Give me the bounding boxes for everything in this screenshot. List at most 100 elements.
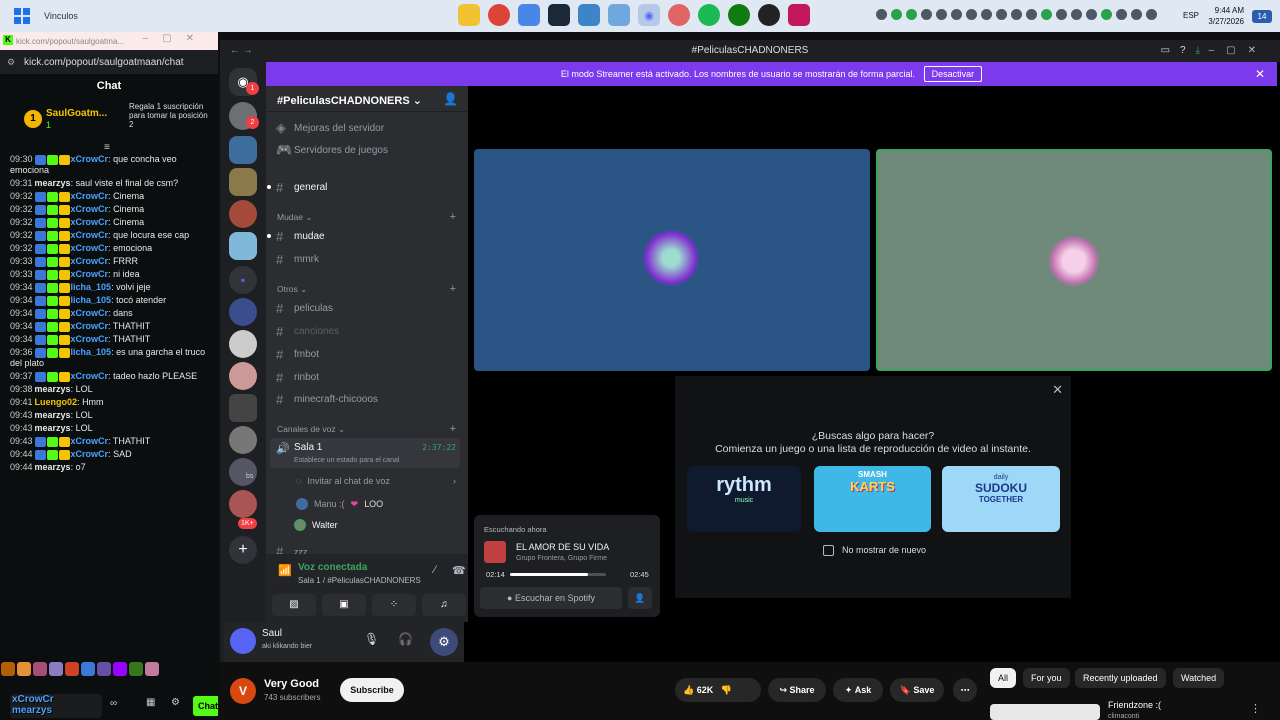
tray-icon[interactable] <box>1026 9 1037 20</box>
channel-rinbot[interactable]: # rinbot <box>276 370 319 385</box>
voice-channel-name[interactable]: Sala 1 / #PeliculasCHADNONERS <box>298 576 421 585</box>
more-options-icon[interactable]: ⋮ <box>1250 702 1261 715</box>
server-icon[interactable] <box>229 136 257 164</box>
screen-share-button[interactable]: ▣ <box>322 594 366 616</box>
server-icon[interactable] <box>229 200 257 228</box>
video-thumbnail[interactable] <box>990 704 1100 720</box>
video-tile-2[interactable] <box>876 149 1272 371</box>
set-status-text[interactable]: Establece un estado para el canal <box>294 457 399 464</box>
add-channel-icon[interactable]: + <box>450 283 456 295</box>
folder-icon[interactable]: ▪ <box>229 266 257 294</box>
emote-icon[interactable] <box>145 662 159 676</box>
message-username[interactable]: xCrowCr <box>71 321 109 331</box>
message-username[interactable]: mearzys <box>35 462 71 472</box>
download-icon[interactable]: ⤓ <box>1196 40 1200 62</box>
emote-icon[interactable] <box>81 662 95 676</box>
chip-watched[interactable]: Watched <box>1173 668 1225 688</box>
disconnect-icon[interactable]: ☎ <box>452 564 466 577</box>
window-controls[interactable]: –▢✕ <box>1209 40 1268 62</box>
wifi-icon[interactable] <box>1071 9 1082 20</box>
activity-smash-karts[interactable]: SMASH KARTS <box>814 466 931 532</box>
message-username[interactable]: mearzys <box>35 410 71 420</box>
emote-icon[interactable] <box>33 662 47 676</box>
windows-start-icon[interactable] <box>14 8 30 24</box>
invite-to-voice[interactable]: ◌ Invitar al chat de voz <box>296 476 390 486</box>
language-indicator[interactable]: ESP <box>1183 11 1199 20</box>
channel-avatar[interactable]: V <box>230 678 256 704</box>
message-username[interactable]: xCrowCr <box>71 256 109 266</box>
file-explorer-icon[interactable] <box>458 4 480 26</box>
like-button[interactable]: 👍 62K 👎 <box>675 678 761 702</box>
message-username[interactable]: xCrowCr <box>71 217 109 227</box>
more-options-icon[interactable]: ⋯ <box>953 678 977 702</box>
close-icon[interactable]: ✕ <box>1255 62 1265 86</box>
user-avatar[interactable] <box>230 628 256 654</box>
add-channel-icon[interactable]: + <box>450 423 456 435</box>
message-username[interactable]: licha_105 <box>71 282 112 292</box>
tray-icon[interactable] <box>1131 9 1142 20</box>
message-username[interactable]: xCrowCr <box>71 269 109 279</box>
recommended-title[interactable]: Friendzone :( <box>1108 700 1161 710</box>
message-username[interactable]: xCrowCr <box>71 308 109 318</box>
message-username[interactable]: xCrowCr <box>71 334 109 344</box>
channel-fmbot[interactable]: # fmbot <box>276 347 319 362</box>
invite-people-icon[interactable]: 👤 <box>443 92 458 106</box>
discord-taskbar-icon[interactable]: ◉ <box>638 4 660 26</box>
tray-icon[interactable] <box>876 9 887 20</box>
category-otros[interactable]: Otros ⌄ <box>277 284 307 295</box>
message-username[interactable]: mearzys <box>35 384 71 394</box>
emote-icon[interactable] <box>17 662 31 676</box>
obs-icon[interactable] <box>758 4 780 26</box>
message-username[interactable]: xCrowCr <box>71 230 109 240</box>
help-icon[interactable]: ? <box>1180 40 1186 62</box>
tray-icon[interactable] <box>981 9 992 20</box>
pinned-gifter[interactable]: 1 SaulGoatm... 1 Regala 1 suscripción pa… <box>0 98 218 146</box>
add-server-icon[interactable]: + <box>229 536 257 564</box>
ask-button[interactable]: ✦ Ask <box>833 678 883 702</box>
spotify-icon[interactable] <box>698 4 720 26</box>
server-icon[interactable] <box>229 426 257 454</box>
nav-arrows[interactable]: ← → <box>230 40 253 62</box>
tray-icon[interactable] <box>996 9 1007 20</box>
gift-icon[interactable]: ▦ <box>146 697 155 708</box>
voice-member-manu[interactable]: Manu :(❤ ᒪOO <box>296 498 383 510</box>
noise-suppression-icon[interactable]: ⁄ <box>434 564 436 576</box>
menu-server-boost[interactable]: ◈ Mejoras del servidor <box>276 120 384 136</box>
tray-icon[interactable] <box>951 9 962 20</box>
chip-recently-uploaded[interactable]: Recently uploaded <box>1075 668 1166 688</box>
emote-icon[interactable] <box>113 662 127 676</box>
dont-show-checkbox[interactable] <box>823 545 834 556</box>
kick-url-bar[interactable]: kick.com/popout/saulgoatmaan/chat <box>0 50 218 74</box>
message-username[interactable]: xCrowCr <box>71 449 109 459</box>
voice-channel-sala1[interactable]: 🔊 Sala 1 2:37:22 Establece un estado par… <box>270 438 460 468</box>
dislike-icon[interactable]: 👎 <box>721 685 732 696</box>
message-username[interactable]: xCrowCr <box>71 191 109 201</box>
settings-icon[interactable]: ⚙ <box>171 697 180 708</box>
server-icon[interactable] <box>229 458 257 486</box>
server-icon[interactable] <box>229 394 257 422</box>
category-voice[interactable]: Canales de voz ⌄ <box>277 424 345 435</box>
channel-name[interactable]: Very Good <box>264 678 319 690</box>
tray-icon[interactable] <box>1056 9 1067 20</box>
user-settings-icon[interactable]: ⚙ <box>430 628 458 656</box>
chat-send-button[interactable]: Chat <box>193 696 218 716</box>
channel-peliculas[interactable]: # peliculas <box>276 301 333 316</box>
xbox-icon[interactable] <box>728 4 750 26</box>
microphone-icon[interactable]: 🎙 <box>364 632 379 646</box>
headphones-icon[interactable]: 🎧 <box>398 632 413 646</box>
activities-button[interactable]: ⁘ <box>372 594 416 616</box>
tray-icon[interactable] <box>906 9 917 20</box>
channel-canciones[interactable]: # canciones <box>276 324 339 339</box>
infinity-icon[interactable]: ∞ <box>110 698 117 709</box>
server-icon[interactable] <box>229 232 257 260</box>
tray-icon[interactable] <box>1101 9 1112 20</box>
share-button[interactable]: ↪ Share <box>768 678 826 702</box>
server-icon[interactable] <box>229 490 257 518</box>
activity-sudoku[interactable]: daily SUDOKU TOGETHER <box>942 466 1060 532</box>
channel-mmrk[interactable]: # mmrk <box>276 252 319 267</box>
message-username[interactable]: xCrowCr <box>71 154 109 164</box>
message-username[interactable]: xCrowCr <box>71 371 109 381</box>
emote-icon[interactable] <box>97 662 111 676</box>
message-username[interactable]: xCrowCr <box>71 204 109 214</box>
inbox-icon[interactable]: ▭ <box>1161 40 1170 62</box>
